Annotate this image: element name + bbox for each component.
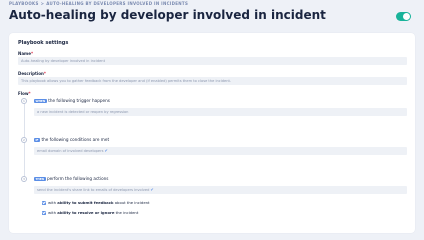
trigger-field[interactable]: a new incident is detected or reopen by … bbox=[34, 108, 407, 116]
checkmark-icon: ✔ bbox=[104, 148, 108, 153]
description-field[interactable]: This playbook allows you to gather feedb… bbox=[18, 77, 407, 85]
flow-label-text: Flow bbox=[18, 91, 29, 96]
flow-connector-line bbox=[23, 104, 25, 182]
step-3-header: THEN perform the following actions bbox=[34, 176, 108, 182]
required-mark: * bbox=[43, 71, 46, 76]
option-bold-text: ability to submit feedback bbox=[57, 200, 114, 205]
step-1-text: the following trigger happens bbox=[48, 98, 110, 103]
option-suffix: the incident bbox=[115, 210, 139, 215]
page-title: Auto-healing by developer involved in in… bbox=[9, 8, 326, 22]
option-bold-text: ability to resolve or ignore bbox=[57, 210, 115, 215]
step-number-1: 1 bbox=[21, 98, 27, 104]
then-tag: THEN bbox=[34, 176, 46, 181]
breadcrumb-current: AUTO-HEALING BY DEVELOPERS INVOLVED IN I… bbox=[46, 1, 189, 6]
description-label-text: Description bbox=[18, 71, 44, 76]
step-1-header: WHEN the following trigger happens bbox=[34, 98, 110, 104]
step-2-header: IF the following conditions are met bbox=[34, 137, 109, 143]
description-label: Description* bbox=[18, 71, 46, 76]
option-suffix: about the incident bbox=[114, 200, 150, 205]
condition-field[interactable]: email domain of involved developers✔ bbox=[34, 147, 407, 155]
option-prefix: with bbox=[48, 200, 57, 205]
when-tag: WHEN bbox=[34, 98, 47, 103]
name-label: Name* bbox=[18, 51, 33, 56]
card-title: Playbook settings bbox=[18, 40, 69, 46]
flow-label: Flow* bbox=[18, 91, 31, 96]
condition-value: email domain of involved developers bbox=[37, 149, 104, 153]
trigger-value: a new incident is detected or reopen by … bbox=[37, 110, 129, 114]
breadcrumb: PLAYBOOKS > AUTO-HEALING BY DEVELOPERS INV… bbox=[9, 1, 188, 6]
required-mark: * bbox=[30, 51, 34, 56]
breadcrumb-separator: > bbox=[40, 1, 45, 6]
playbook-enabled-toggle[interactable] bbox=[396, 12, 411, 21]
step-number-2: 2 bbox=[21, 137, 27, 143]
playbook-settings-card: Playbook settings Name* Auto-healing by … bbox=[9, 33, 415, 233]
name-label-text: Name bbox=[18, 51, 31, 56]
action-value: send the incident's share link to emails… bbox=[37, 188, 150, 192]
step-2-text: the following conditions are met bbox=[41, 137, 110, 142]
toggle-knob bbox=[403, 13, 410, 20]
resolve-ignore-checkbox[interactable] bbox=[42, 210, 46, 215]
option-prefix: with bbox=[48, 210, 57, 215]
step-3-text: perform the following actions bbox=[47, 176, 109, 181]
action-field[interactable]: send the incident's share link to emails… bbox=[34, 186, 407, 194]
checkmark-icon: ✔ bbox=[150, 187, 154, 192]
if-tag: IF bbox=[34, 137, 40, 142]
step-number-3: 3 bbox=[21, 176, 27, 182]
name-field[interactable]: Auto-healing by developer involved in in… bbox=[18, 57, 407, 65]
required-mark: * bbox=[28, 91, 31, 96]
breadcrumb-playbooks-link[interactable]: PLAYBOOKS bbox=[9, 1, 39, 6]
resolve-ignore-option[interactable]: with ability to resolve or ignore the in… bbox=[42, 210, 138, 215]
submit-feedback-option[interactable]: with ability to submit feedback about th… bbox=[42, 200, 150, 205]
submit-feedback-checkbox[interactable] bbox=[42, 200, 46, 205]
